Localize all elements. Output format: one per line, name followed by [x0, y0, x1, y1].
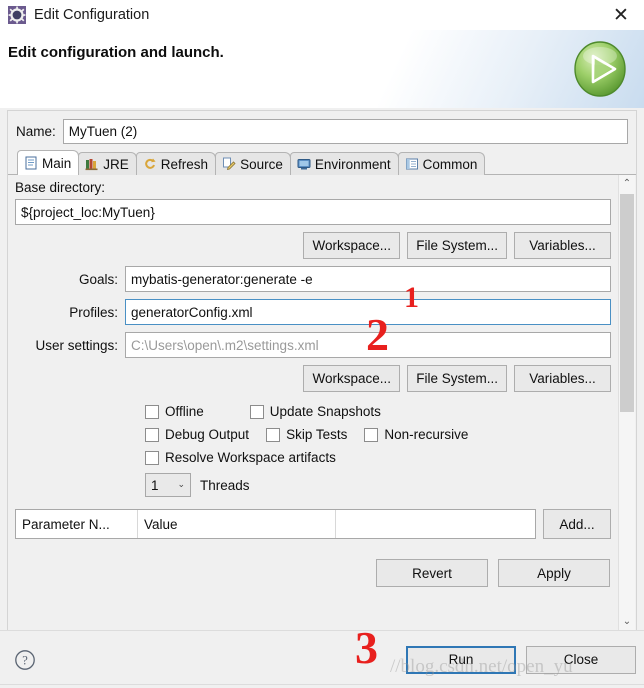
checkbox-resolve-workspace-artifacts-label: Resolve Workspace artifacts: [165, 450, 336, 465]
edit-configuration-dialog: Edit Configuration ✕ Edit configuration …: [0, 0, 644, 688]
svg-text:?: ?: [22, 653, 28, 667]
tab-jre-label: JRE: [103, 156, 129, 172]
checkbox-update-snapshots-box[interactable]: [249, 404, 264, 419]
scroll-up-arrow-icon[interactable]: ⌃: [619, 175, 635, 192]
goals-label: Goals:: [78, 271, 118, 287]
goals-input[interactable]: [125, 266, 611, 292]
options-checkbox-group: Offline Update Snapshots Debug Output Sk…: [15, 404, 611, 497]
user-settings-row: User settings:: [15, 332, 611, 358]
checkbox-update-snapshots[interactable]: Update Snapshots: [249, 404, 381, 419]
base-directory-buttons: Workspace... File System... Variables...: [15, 232, 611, 259]
run-play-icon: [569, 38, 631, 100]
run-button[interactable]: Run: [406, 645, 516, 674]
close-icon[interactable]: ✕: [608, 4, 634, 26]
user-settings-label: User settings:: [35, 337, 118, 353]
scrollbar-thumb[interactable]: [620, 194, 634, 412]
base-directory-input[interactable]: [15, 199, 611, 225]
revert-button[interactable]: Revert: [376, 559, 488, 587]
checkbox-debug-output[interactable]: Debug Output: [145, 427, 249, 442]
goals-row: Goals:: [15, 266, 611, 292]
checkbox-debug-output-label: Debug Output: [165, 427, 250, 442]
books-icon: [85, 157, 99, 171]
file-system-button-bottom[interactable]: File System...: [407, 365, 507, 392]
checkbox-update-snapshots-label: Update Snapshots: [269, 404, 381, 419]
threads-row: 1 ⌄ Threads: [145, 473, 611, 497]
main-tab-content: Base directory: Workspace... File System…: [15, 180, 611, 630]
variables-button-bottom[interactable]: Variables...: [514, 365, 611, 392]
footer-bottom-strip: [0, 684, 644, 688]
title-bar: Edit Configuration ✕: [0, 0, 644, 30]
user-settings-input[interactable]: [125, 332, 611, 358]
checkbox-skip-tests-label: Skip Tests: [286, 427, 348, 442]
profiles-input[interactable]: [125, 299, 611, 325]
window-title: Edit Configuration: [34, 7, 150, 23]
checkbox-resolve-workspace-artifacts[interactable]: Resolve Workspace artifacts: [145, 450, 336, 465]
main-tab-panel: ⌃ ⌄ Base directory: Workspace... File Sy…: [8, 174, 636, 630]
variables-button-top[interactable]: Variables...: [514, 232, 611, 259]
file-system-button-top[interactable]: File System...: [407, 232, 507, 259]
name-label: Name:: [16, 124, 56, 139]
name-row: Name:: [8, 111, 636, 150]
common-icon: [405, 157, 419, 171]
scroll-down-arrow-icon[interactable]: ⌄: [619, 613, 635, 630]
tab-source[interactable]: Source: [215, 152, 291, 175]
tab-jre[interactable]: JRE: [78, 152, 137, 175]
chevron-down-icon: ⌄: [177, 480, 185, 490]
dialog-body: Name: MyTuen (2) Main JRE Refresh Source…: [0, 108, 644, 630]
gear-icon: [8, 6, 26, 24]
environment-icon: [297, 157, 311, 171]
panel-scrollbar[interactable]: ⌃ ⌄: [618, 175, 635, 630]
checkbox-debug-output-box[interactable]: [145, 427, 159, 442]
source-edit-icon: [222, 157, 236, 171]
table-header-parameter-name: Parameter N...: [16, 510, 138, 538]
checkbox-row-2: Debug Output Skip Tests Non-recursive: [145, 427, 611, 442]
checkbox-skip-tests[interactable]: Skip Tests: [266, 427, 347, 442]
tab-environment-label: Environment: [314, 156, 391, 172]
refresh-icon: [143, 157, 157, 171]
apply-button[interactable]: Apply: [498, 559, 610, 587]
help-question-icon[interactable]: ?: [14, 649, 36, 671]
workspace-button-top[interactable]: Workspace...: [303, 232, 401, 259]
tab-refresh[interactable]: Refresh: [135, 152, 217, 175]
tab-source-label: Source: [240, 156, 283, 172]
checkbox-row-3: Resolve Workspace artifacts: [145, 450, 611, 465]
tab-bar: Main JRE Refresh Source Environment Comm…: [8, 150, 636, 175]
checkbox-non-recursive-box[interactable]: [364, 427, 379, 442]
threads-dropdown[interactable]: 1 ⌄: [145, 473, 191, 497]
document-icon: [24, 156, 38, 170]
dialog-footer: ? Run Close: [0, 630, 644, 688]
name-input[interactable]: [62, 119, 628, 144]
table-header-blank: [336, 510, 535, 538]
checkbox-offline-label: Offline: [165, 404, 204, 419]
parameter-table-row: Parameter N... Value Add...: [15, 509, 611, 539]
table-header-value: Value: [138, 510, 336, 538]
checkbox-resolve-workspace-artifacts-box[interactable]: [145, 450, 159, 465]
tab-common[interactable]: Common: [397, 152, 486, 175]
user-settings-buttons: Workspace... File System... Variables...: [15, 365, 611, 392]
config-frame: Name: MyTuen (2) Main JRE Refresh Source…: [7, 110, 637, 630]
page-title: Edit configuration and launch.: [8, 44, 224, 61]
threads-label: Threads: [200, 477, 250, 493]
tab-main-label: Main: [42, 155, 72, 171]
tab-environment[interactable]: Environment: [289, 152, 399, 175]
close-button[interactable]: Close: [526, 645, 636, 674]
base-directory-label: Base directory:: [15, 180, 106, 195]
checkbox-offline[interactable]: Offline: [145, 404, 204, 419]
checkbox-non-recursive[interactable]: Non-recursive: [364, 427, 468, 442]
add-parameter-button[interactable]: Add...: [543, 509, 611, 539]
checkbox-skip-tests-box[interactable]: [266, 427, 281, 442]
tab-main[interactable]: Main: [17, 150, 80, 175]
checkbox-non-recursive-label: Non-recursive: [384, 427, 469, 442]
parameter-table[interactable]: Parameter N... Value: [15, 509, 536, 539]
workspace-button-bottom[interactable]: Workspace...: [303, 365, 401, 392]
revert-apply-row: Revert Apply: [15, 559, 611, 587]
tab-refresh-label: Refresh: [160, 156, 209, 172]
checkbox-offline-box[interactable]: [145, 404, 159, 419]
tab-common-label: Common: [422, 156, 478, 172]
profiles-row: Profiles:: [15, 299, 611, 325]
checkbox-row-1: Offline Update Snapshots: [145, 404, 611, 419]
threads-value: 1: [151, 477, 159, 493]
dialog-header-banner: Edit configuration and launch.: [0, 30, 644, 108]
profiles-label: Profiles:: [69, 304, 118, 320]
